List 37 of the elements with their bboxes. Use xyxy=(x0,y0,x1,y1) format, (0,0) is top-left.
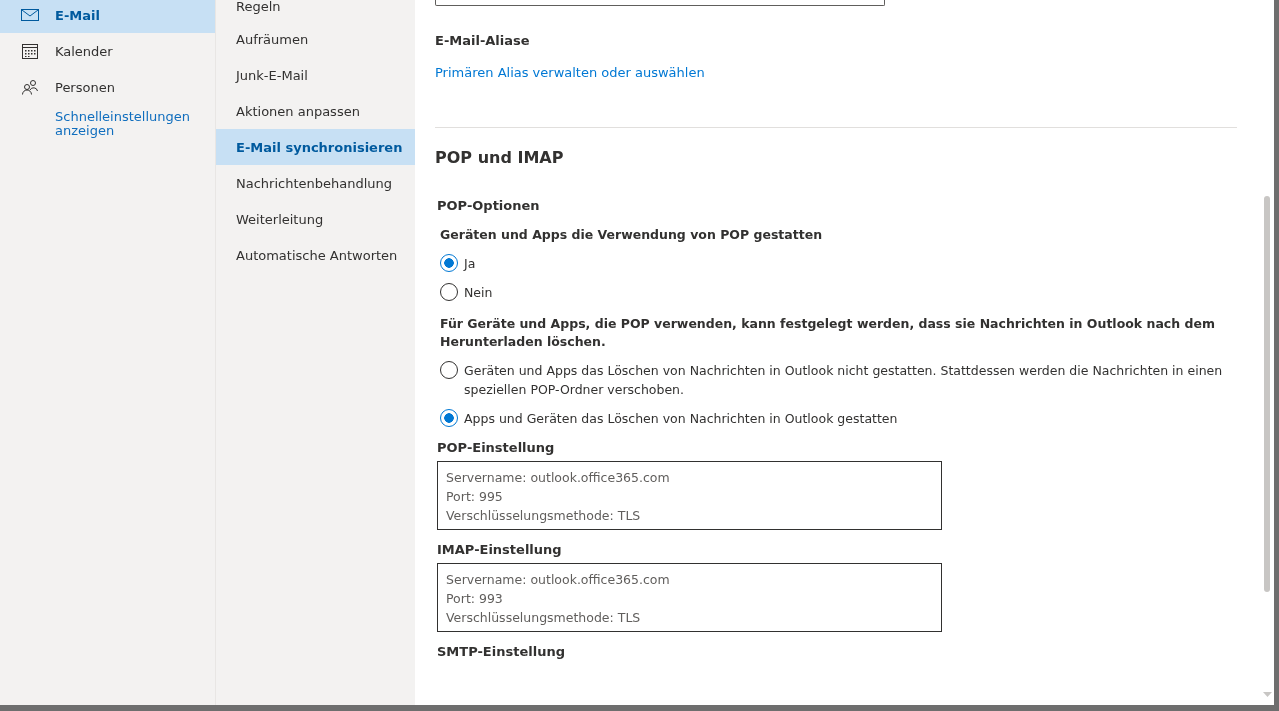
nav-item[interactable]: E-Mail xyxy=(0,0,215,33)
setting-line: Servername: outlook.office365.com xyxy=(446,571,671,589)
radio-button[interactable] xyxy=(440,409,458,427)
radio-label: Apps und Geräten das Löschen von Nachrichten in Outlook gestatten xyxy=(464,410,898,428)
submenu-item[interactable]: Aufräumen xyxy=(216,21,415,57)
setting-label: POP-Einstellung xyxy=(437,440,555,455)
setting-line: Servername: outlook.office365.com xyxy=(446,469,671,487)
submenu-item[interactable]: Regeln xyxy=(216,0,415,21)
radio-label: Nein xyxy=(464,284,493,302)
submenu-item[interactable]: E-Mail synchronisieren xyxy=(216,129,415,165)
section-label: E-Mail-Aliase xyxy=(435,33,530,48)
submenu-item[interactable]: Junk-E-Mail xyxy=(216,57,415,93)
alias-link[interactable]: Primären Alias verwalten oder auswählen xyxy=(435,65,705,80)
question-text: Für Geräte und Apps, die POP verwenden, kann festgelegt werden, dass sie Nachrichten in Outlook nach dem Herunterladen löschen. xyxy=(440,315,1216,351)
setting-label: SMTP-Einstellung xyxy=(437,644,565,659)
section-label: POP-Optionen xyxy=(437,198,540,213)
mail-icon xyxy=(21,9,39,21)
scrollbar-thumb[interactable] xyxy=(1264,196,1270,592)
setting-line: Verschlüsselungsmethode: TLS xyxy=(446,507,642,525)
calendar-icon xyxy=(21,43,39,59)
setting-line: Port: 993 xyxy=(446,590,504,608)
question-text: Geräten und Apps die Verwendung von POP gestatten xyxy=(440,226,824,244)
setting-line: Verschlüsselungsmethode: TLS xyxy=(446,609,642,627)
setting-line: Port: 995 xyxy=(446,488,504,506)
radio-label: Ja xyxy=(464,255,476,273)
radio-button[interactable] xyxy=(440,254,458,272)
nav-item[interactable]: Personen xyxy=(0,69,215,105)
section-heading: POP und IMAP xyxy=(435,148,564,167)
submenu-item[interactable]: Automatische Antworten xyxy=(216,237,415,273)
people-icon xyxy=(21,79,39,95)
submenu-item[interactable]: Nachrichtenbehandlung xyxy=(216,165,415,201)
radio-label: Geräten und Apps das Löschen von Nachrichten in Outlook nicht gestatten. Stattdessen werden die Nachrichten in einen speziellen POP-Ordner verschoben. xyxy=(464,362,1224,399)
nav-item[interactable]: Kalender xyxy=(0,33,215,69)
submenu-item[interactable]: Weiterleitung xyxy=(216,201,415,237)
quick-settings-link[interactable]: Schnelleinstellungen anzeigen xyxy=(55,110,195,138)
setting-label: IMAP-Einstellung xyxy=(437,542,562,557)
submenu-item[interactable]: Aktionen anpassen xyxy=(216,93,415,129)
